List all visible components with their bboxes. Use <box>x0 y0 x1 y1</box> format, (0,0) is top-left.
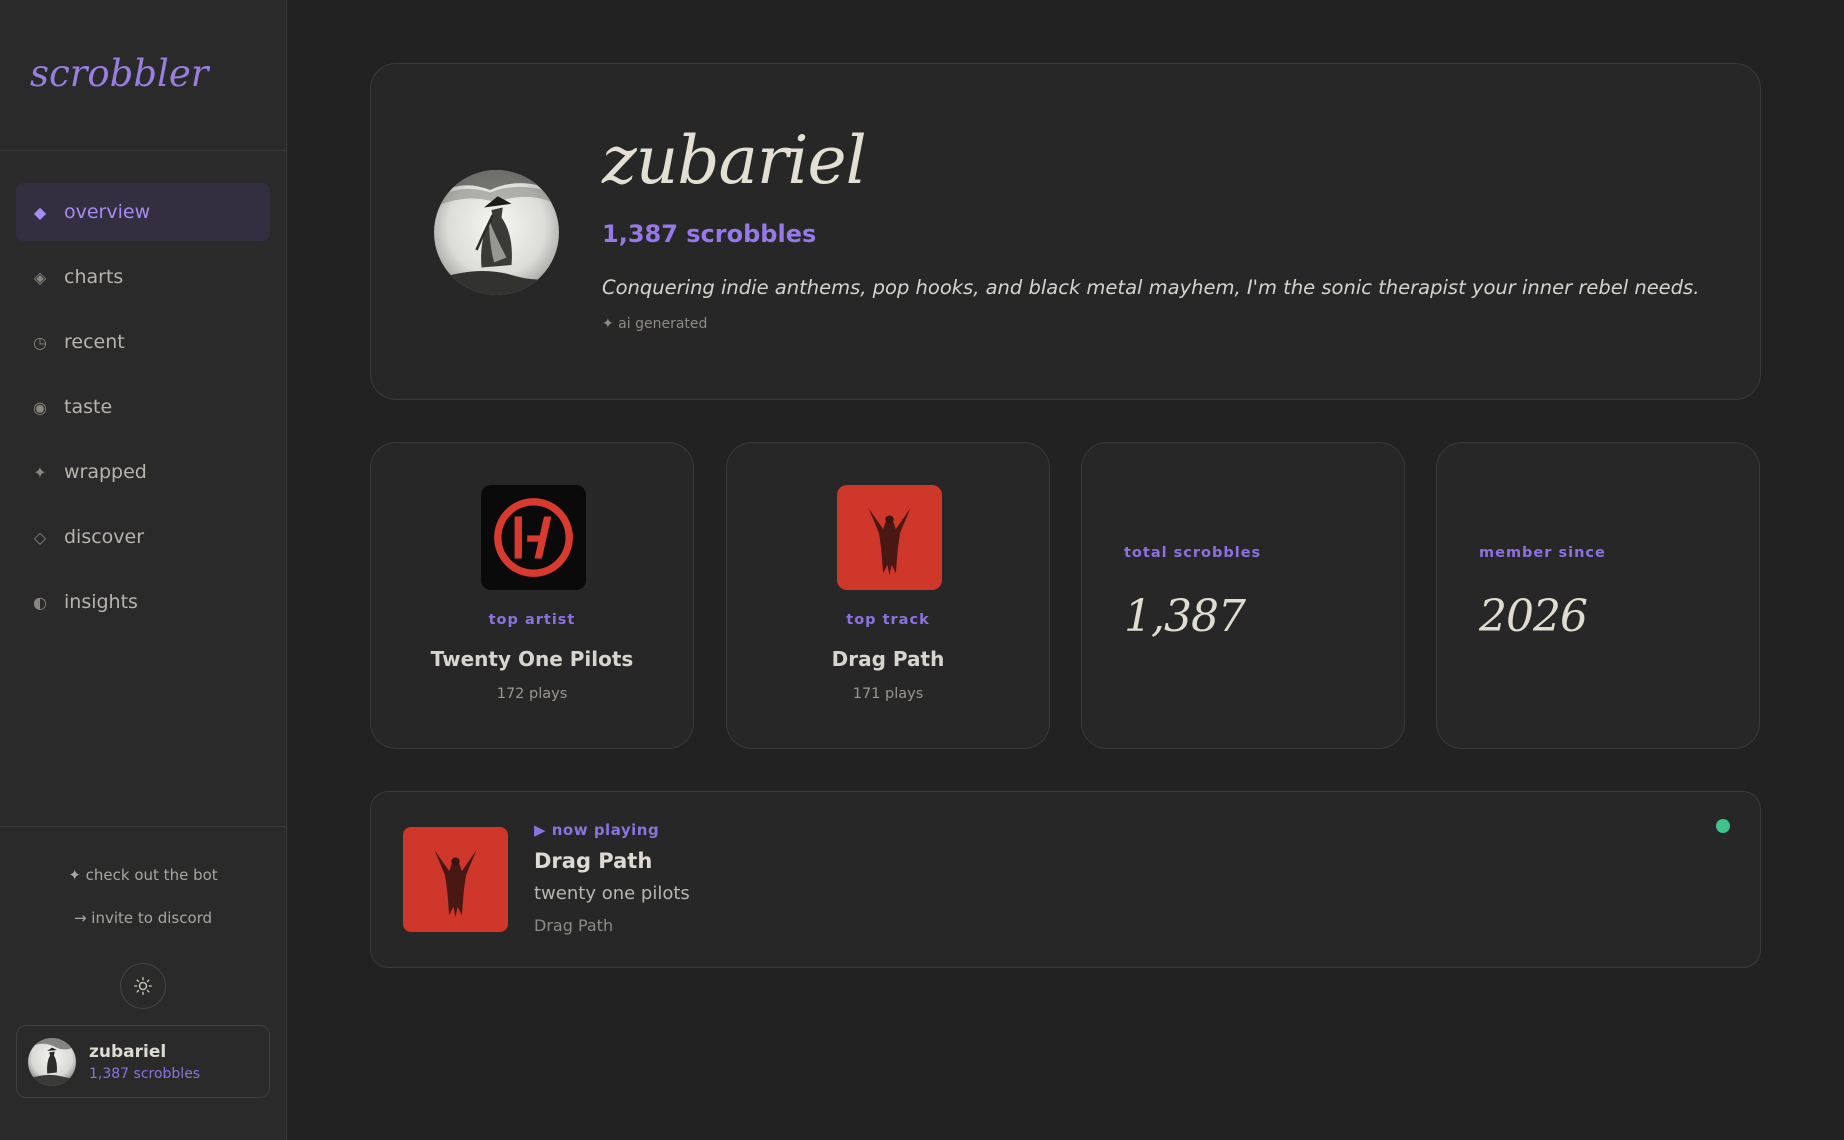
sidebar-item-label: overview <box>64 201 151 223</box>
sidebar-item-wrapped[interactable]: ✦ wrapped <box>16 443 270 501</box>
top-artist-card[interactable]: top artist Twenty One Pilots 172 plays <box>370 442 694 749</box>
top-track-label: top track <box>846 612 930 628</box>
sparkle-icon: ✦ <box>33 462 47 482</box>
sidebar-item-label: charts <box>64 266 124 288</box>
check-bot-link[interactable]: ✦ check out the bot <box>0 866 286 884</box>
sidebar-item-recent[interactable]: ◷ recent <box>16 313 270 371</box>
now-playing-album-art <box>403 827 508 932</box>
user-name: zubariel <box>89 1041 167 1062</box>
member-since-label: member since <box>1479 545 1606 561</box>
sidebar-item-discover[interactable]: ◇ discover <box>16 508 270 566</box>
profile-bio: Conquering indie anthems, pop hooks, and… <box>602 276 1700 299</box>
member-since-card: member since 2026 <box>1436 442 1760 749</box>
ai-generated-note: ✦ ai generated <box>602 316 708 332</box>
member-since-value: 2026 <box>1479 591 1588 642</box>
profile-username: zubariel <box>602 122 867 199</box>
sidebar-nav: ◆ overview ◈ charts ◷ recent ◉ taste ✦ w… <box>16 183 270 638</box>
now-playing-album: Drag Path <box>534 916 614 935</box>
theme-toggle-button[interactable] <box>120 963 166 1009</box>
target-icon: ◉ <box>33 397 47 417</box>
user-card[interactable]: zubariel 1,387 scrobbles <box>16 1025 270 1098</box>
sidebar-item-label: recent <box>64 331 125 353</box>
diamond-outline-icon: ◈ <box>33 267 47 287</box>
now-playing-label: ▶ now playing <box>534 821 660 839</box>
total-scrobbles-card: total scrobbles 1,387 <box>1081 442 1405 749</box>
sidebar-divider <box>0 150 286 151</box>
top-track-name: Drag Path <box>831 647 945 671</box>
total-scrobbles-label: total scrobbles <box>1124 545 1262 561</box>
clock-icon: ◷ <box>33 332 47 352</box>
half-circle-icon: ◐ <box>33 592 47 612</box>
sidebar-item-taste[interactable]: ◉ taste <box>16 378 270 436</box>
avatar <box>28 1037 76 1086</box>
profile-scrobble-count: 1,387 scrobbles <box>602 220 817 248</box>
brand-logo[interactable]: scrobbler <box>30 52 208 95</box>
total-scrobbles-value: 1,387 <box>1124 591 1246 642</box>
profile-avatar <box>434 170 559 295</box>
now-playing-track: Drag Path <box>534 849 653 873</box>
profile-card: zubariel 1,387 scrobbles Conquering indi… <box>370 63 1761 400</box>
diamond-empty-icon: ◇ <box>33 527 47 547</box>
now-playing-card[interactable]: ▶ now playing Drag Path twenty one pilot… <box>370 791 1761 968</box>
sidebar: scrobbler ◆ overview ◈ charts ◷ recent ◉… <box>0 0 287 1140</box>
sidebar-item-label: insights <box>64 591 138 613</box>
sidebar-item-label: taste <box>64 396 113 418</box>
now-playing-artist: twenty one pilots <box>534 883 690 904</box>
sun-icon <box>134 977 152 995</box>
top-artist-label: top artist <box>488 612 576 628</box>
sidebar-item-label: discover <box>64 526 145 548</box>
sidebar-item-insights[interactable]: ◐ insights <box>16 573 270 631</box>
sidebar-item-charts[interactable]: ◈ charts <box>16 248 270 306</box>
sidebar-item-label: wrapped <box>64 461 147 483</box>
artist-logo <box>481 485 586 590</box>
sidebar-item-overview[interactable]: ◆ overview <box>16 183 270 241</box>
track-album-art <box>837 485 942 590</box>
sidebar-divider <box>0 826 286 827</box>
top-track-card[interactable]: top track Drag Path 171 plays <box>726 442 1050 749</box>
top-artist-plays: 172 plays <box>496 686 568 702</box>
top-artist-name: Twenty One Pilots <box>430 647 634 671</box>
live-indicator-dot <box>1716 819 1730 833</box>
diamond-filled-icon: ◆ <box>33 202 47 222</box>
invite-discord-link[interactable]: → invite to discord <box>0 909 286 927</box>
top-track-plays: 171 plays <box>852 686 924 702</box>
user-scrobble-count: 1,387 scrobbles <box>89 1065 201 1082</box>
